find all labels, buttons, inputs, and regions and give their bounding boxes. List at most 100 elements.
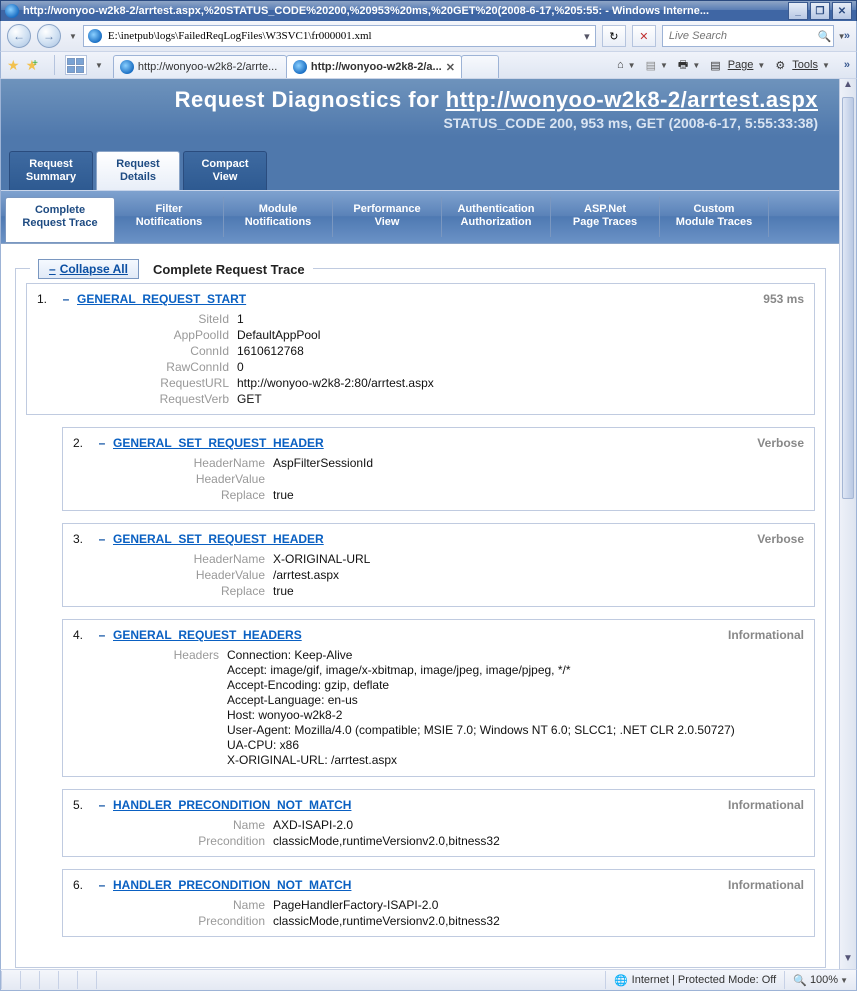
home-button[interactable]: ⌂▼ (617, 59, 636, 71)
dropdown-icon[interactable]: ▼ (692, 61, 700, 70)
event-link[interactable]: GENERAL_SET_REQUEST_HEADER (113, 436, 324, 450)
event-header: 1.–GENERAL_REQUEST_START953 ms (37, 292, 804, 306)
quick-tabs-dropdown-icon[interactable]: ▼ (95, 61, 103, 70)
tab-request-summary[interactable]: Request Summary (9, 151, 93, 190)
favorites-icon[interactable]: ★ (7, 57, 20, 74)
refresh-button[interactable]: ↻ (602, 25, 626, 47)
scroll-down-icon[interactable]: ▼ (840, 953, 856, 969)
commandbar-more-icon[interactable]: » (844, 59, 850, 71)
subtab-line1: Custom (694, 203, 735, 215)
prop-value: /arrtest.aspx (273, 568, 804, 582)
prop-value: 1 (237, 312, 804, 326)
trace-event: 6.–HANDLER_PRECONDITION_NOT_MATCHInforma… (62, 869, 815, 937)
collapse-event-icon[interactable]: – (97, 798, 107, 812)
separator (54, 55, 55, 75)
dropdown-icon[interactable]: ▼ (660, 61, 668, 70)
event-index: 5. (73, 798, 97, 812)
stop-button[interactable]: ✕ (632, 25, 656, 47)
globe-icon: 🌐 (614, 974, 628, 987)
subtab-filter-notifications[interactable]: Filter Notifications (115, 197, 224, 237)
event-index: 3. (73, 532, 97, 546)
event-right-label: Informational (728, 798, 804, 812)
forward-button[interactable]: → (37, 24, 61, 48)
subtab-authn-authz[interactable]: Authentication Authorization (442, 197, 551, 237)
subtab-performance-view[interactable]: Performance View (333, 197, 442, 237)
close-button[interactable]: ✕ (832, 2, 852, 20)
zoom-control[interactable]: 🔍 100%▼ (784, 971, 856, 989)
tools-menu[interactable]: ⚙ Tools▼ (775, 59, 830, 72)
search-icon[interactable]: 🔍 (818, 30, 832, 43)
subtab-custom-module-traces[interactable]: Custom Module Traces (660, 197, 769, 237)
address-bar[interactable]: ▾ (83, 25, 596, 47)
event-link[interactable]: GENERAL_REQUEST_START (77, 292, 246, 306)
feeds-button[interactable]: ▤▼ (646, 59, 668, 72)
recent-dropdown-icon[interactable]: ▼ (69, 32, 77, 41)
page-subtitle: STATUS_CODE 200, 953 ms, GET (2008-6-17,… (17, 115, 824, 131)
prop-key: ConnId (77, 344, 237, 358)
toolbar-more-icon[interactable]: » (844, 30, 850, 42)
event-right-label: Informational (728, 878, 804, 892)
event-link[interactable]: GENERAL_SET_REQUEST_HEADER (113, 532, 324, 546)
browser-tab-2[interactable]: http://wonyoo-w2k8-2/a... ✕ (286, 55, 462, 78)
subtab-aspnet-page-traces[interactable]: ASP.Net Page Traces (551, 197, 660, 237)
collapse-event-icon[interactable]: – (97, 628, 107, 642)
tab-close-icon[interactable]: ✕ (446, 61, 455, 74)
tab-compact-view[interactable]: Compact View (183, 151, 267, 190)
prop-value: 1610612768 (237, 344, 804, 358)
prop-key: Precondition (113, 914, 273, 928)
home-icon: ⌂ (617, 59, 624, 71)
scroll-thumb[interactable] (842, 97, 854, 499)
restore-button[interactable]: ❐ (810, 2, 830, 20)
prop-key: HeaderValue (113, 472, 273, 486)
dropdown-icon[interactable]: ▼ (628, 61, 636, 70)
dropdown-icon[interactable]: ▼ (757, 61, 765, 70)
subtab-line1: Authentication (458, 203, 535, 215)
add-favorite-icon[interactable]: ★+ (26, 57, 44, 74)
back-button[interactable]: ← (7, 24, 31, 48)
event-name: HANDLER_PRECONDITION_NOT_MATCH (113, 798, 351, 812)
prop-key: HeaderName (113, 552, 273, 566)
vertical-scrollbar[interactable]: ▲ ▼ (839, 79, 856, 969)
search-box[interactable]: 🔍 ▼ (662, 25, 834, 47)
collapse-event-icon[interactable]: – (97, 436, 107, 450)
prop-key: HeaderValue (113, 568, 273, 582)
zoom-icon: 🔍 (793, 974, 807, 987)
subtab-line2: Notifications (245, 216, 312, 228)
print-button[interactable]: 🖶▼ (678, 56, 700, 75)
subtab-module-notifications[interactable]: Module Notifications (224, 197, 333, 237)
event-header: 3.–GENERAL_SET_REQUEST_HEADERVerbose (73, 532, 804, 546)
search-input[interactable] (667, 26, 814, 46)
event-properties: NamePageHandlerFactory-ISAPI-2.0Precondi… (113, 898, 804, 928)
event-link[interactable]: HANDLER_PRECONDITION_NOT_MATCH (113, 798, 351, 812)
subtab-line1: Performance (353, 203, 420, 215)
subtab-complete-request-trace[interactable]: Complete Request Trace (5, 197, 115, 243)
collapse-event-icon[interactable]: – (97, 532, 107, 546)
address-dropdown-icon[interactable]: ▾ (579, 30, 595, 43)
collapse-all-button[interactable]: –Collapse All (38, 259, 139, 279)
tab-favicon-icon (293, 60, 307, 74)
subtab-line1: Module (259, 203, 298, 215)
request-url-link[interactable]: http://wonyoo-w2k8-2/arrtest.aspx (446, 87, 818, 112)
quick-tabs-button[interactable] (65, 55, 87, 75)
address-input[interactable] (106, 26, 579, 46)
prop-value: true (273, 584, 804, 598)
browser-tab-1[interactable]: http://wonyoo-w2k8-2/arrte... (113, 55, 287, 78)
event-right-label: 953 ms (763, 292, 804, 306)
scroll-up-icon[interactable]: ▲ (840, 79, 856, 95)
new-tab-button[interactable] (461, 55, 499, 78)
minimize-button[interactable]: _ (788, 2, 808, 20)
tab-line1: Request (116, 158, 159, 170)
event-link[interactable]: HANDLER_PRECONDITION_NOT_MATCH (113, 878, 351, 892)
dropdown-icon[interactable]: ▼ (822, 61, 830, 70)
collapse-label: Collapse All (60, 262, 128, 276)
collapse-event-icon[interactable]: – (97, 878, 107, 892)
collapse-event-icon[interactable]: – (61, 292, 71, 306)
tab-request-details[interactable]: Request Details (96, 151, 180, 190)
dropdown-icon[interactable]: ▼ (840, 976, 848, 985)
prop-value: DefaultAppPool (237, 328, 804, 342)
status-cell (20, 971, 39, 989)
page-menu[interactable]: ▤ Page▼ (710, 59, 765, 72)
subtab-line1: ASP.Net (584, 203, 626, 215)
event-link[interactable]: GENERAL_REQUEST_HEADERS (113, 628, 302, 642)
prop-key: SiteId (77, 312, 237, 326)
